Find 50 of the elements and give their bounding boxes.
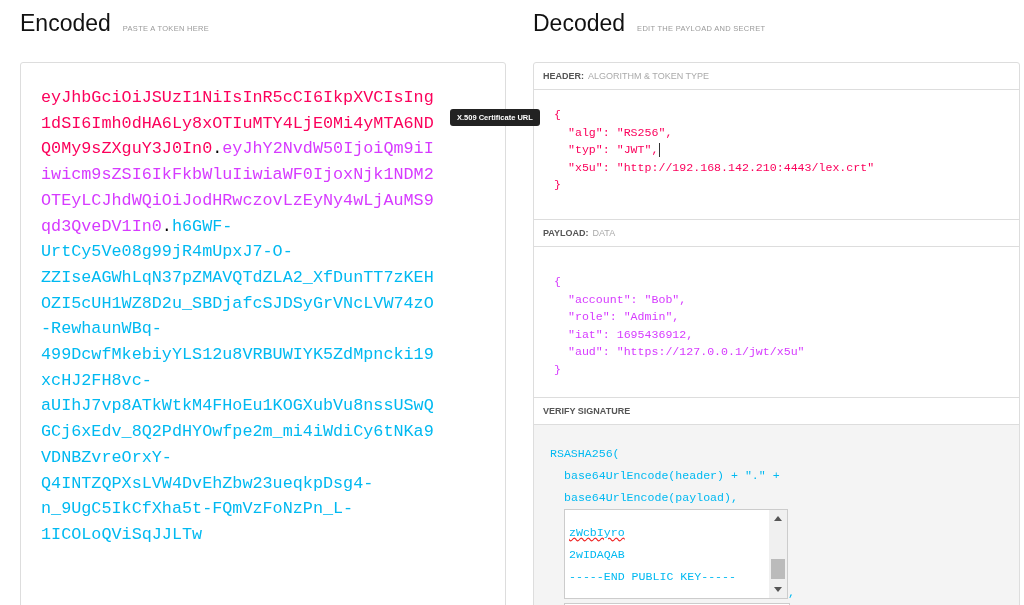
code-line: "iat": 1695436912, (567, 326, 695, 343)
token-line: 1dSI6Imh0dHA6Ly8xOTIuMTY4LjE0Mi4yMTA6ND (41, 112, 434, 135)
token-line: qd3QveDV1In0.h6GWF- (41, 215, 233, 238)
token-line: ZZIseAGWhLqN37pZMAVQTdZLA2_XfDunTT7zKEH (41, 266, 434, 289)
section-sublabel: DATA (592, 228, 616, 238)
token-line: UrtCy5Ve08g99jR4mUpxJ7-O- (41, 241, 293, 264)
public-key-field[interactable]: zWcbIyro 2wIDAQAB -----END PUBLIC KEY----- (564, 509, 788, 599)
section-title: Encoded (20, 10, 111, 37)
token-line: -RewhaunWBq- (41, 318, 162, 341)
code-line: } (554, 177, 562, 193)
scroll-thumb[interactable] (771, 559, 785, 579)
section-sublabel: ALGORITHM & TOKEN TYPE (588, 71, 710, 81)
token-line: eyJhbGciOiJSUzI1NiIsInR5cCI6IkpXVCIsIng (41, 87, 434, 109)
token-line: xcHJ2FH8vc- (41, 369, 152, 392)
key-line: -----END PUBLIC KEY----- (569, 569, 737, 585)
code-line: "x5u": "http://192.168.142.210:4443/lex.crt" (567, 159, 876, 176)
token-line: Q4INTZQPXsLVW4DvEhZbw23ueqkpDsg4- (41, 472, 374, 495)
code-line: { (554, 274, 562, 290)
token-line: aUIhJ7vp8ATkWtkM4FHoEu1KOGXubVu8nssUSwQ (41, 395, 434, 418)
section-title: Decoded (533, 10, 626, 37)
code-punctuation: , (788, 586, 795, 599)
code-line: RSASHA256( (550, 446, 621, 462)
token-line: OZI5cUH1WZ8D2u_SBDjafcSJDSyGrVNcLVW74zO (41, 292, 434, 315)
code-line: { (554, 107, 562, 123)
section-label: PAYLOAD: (543, 228, 589, 238)
scrollbar[interactable] (769, 510, 787, 598)
token-line: Q0My9sZXguY3J0In0.eyJhY2NvdW50IjoiQm9iI (41, 138, 434, 161)
code-line: "alg": "RS256", (567, 124, 674, 141)
code-line: base64UrlEncode(header) + "." + (563, 468, 781, 484)
token-line: VDNBZvreOrxY- (41, 446, 172, 469)
code-line: base64UrlEncode(payload), (563, 490, 739, 506)
scroll-down-icon[interactable] (774, 587, 782, 592)
token-line: 1ICOLoQViSqJJLTw (41, 523, 203, 546)
code-line: "typ": "JWT", (567, 141, 662, 159)
section-label: HEADER: (543, 71, 584, 81)
section-label: VERIFY SIGNATURE (543, 406, 631, 416)
key-line: zWcbIyro (569, 525, 626, 541)
token-line: GCj6xEdv_8Q2PdHYOwfpe2m_mi4iWdiCy6tNKa9 (41, 421, 434, 444)
json-editor[interactable]: { "account": "Bob", "role": "Admin", "iat": 1695436912, "aud": "https://127.0.0.1/jwt/x5u" } (534, 247, 1019, 398)
json-editor[interactable]: { "alg": "RS256", "typ": "JWT", "x5u": "http://192.168.142.210:4443/lex.crt" } (534, 90, 1019, 220)
code-line: "aud": "https://127.0.0.1/jwt/x5u" (567, 344, 806, 360)
code-line: } (554, 361, 562, 378)
scroll-up-icon[interactable] (774, 516, 782, 521)
token-line: n_9UgC5IkCfXha5t-FQmVzFoNzPn_L- (41, 498, 354, 521)
token-line: 499DcwfMkebiyYLS12u8VRBUWIYK5ZdMpncki19 (41, 344, 434, 367)
code-line: "role": "Admin", (567, 309, 681, 325)
code-line: "account": "Bob", (567, 291, 688, 308)
token-line: iwicm9sZSI6IkFkbWluIiwiaWF0IjoxNjk1NDM2 (41, 164, 434, 187)
key-line: 2wIDAQAB (569, 547, 626, 563)
token-line: OTEyLCJhdWQiOiJodHRwczovLzEyNy4wLjAuMS9 (41, 189, 434, 212)
